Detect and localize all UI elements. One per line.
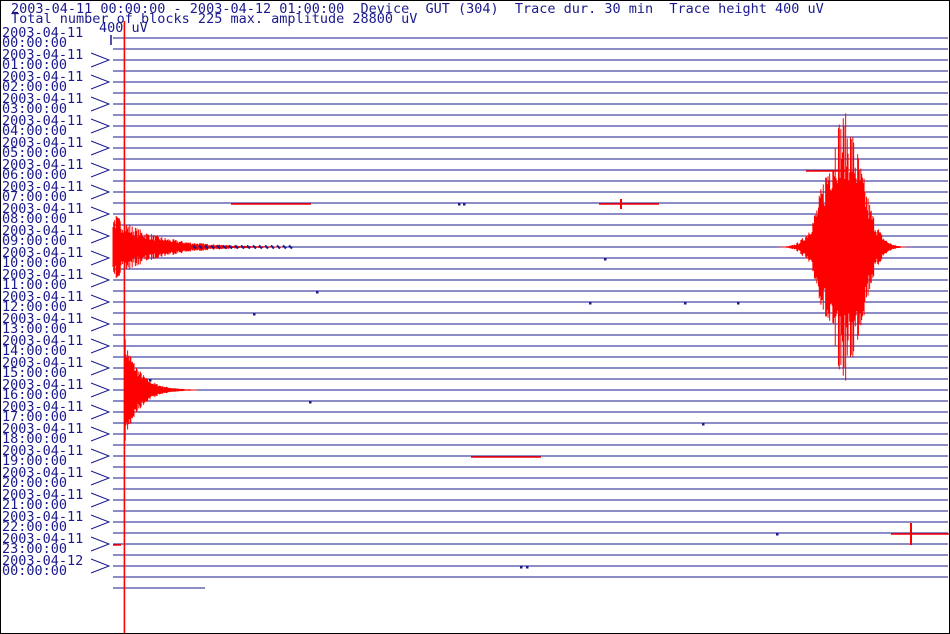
morning-event-tail [270,244,275,250]
morning-event-tail [252,244,257,250]
hour-marker-chevron [90,140,111,156]
noise-blip [520,565,523,569]
noise-blip [253,312,256,316]
morning-event-tail [240,244,245,250]
hour-marker-chevron [90,492,111,508]
hour-marker-chevron [90,536,111,552]
noise-blip [526,565,529,569]
morning-event-tail [276,244,281,250]
hour-marker-chevron [90,184,111,200]
hour-marker-chevron [90,118,111,134]
hour-label-time: 00:00:00 [2,563,67,579]
hour-marker-chevron [90,514,111,530]
hour-marker-chevron [90,426,111,442]
noise-blip [604,257,607,261]
noise-blip [776,532,779,536]
hour-marker-chevron [90,382,111,398]
helicorder-window: 2003-04-11 00:00:00 - 2003-04-12 01:00:0… [0,0,950,634]
hour-marker-chevron [90,404,111,420]
hour-marker-chevron [90,558,111,574]
morning-event-tail [282,244,287,250]
hour-marker-chevron [90,162,111,178]
noise-blip [463,202,466,206]
noise-blip [737,301,740,305]
morning-event-tail [258,244,263,250]
hour-marker-chevron [90,338,111,354]
noise-blip [702,422,705,426]
hour-marker-chevron [90,448,111,464]
helicorder-plot: 2003-04-1100:00:002003-04-1101:00:002003… [2,21,949,633]
morning-event-tail [264,244,269,250]
hour-marker-chevron [90,52,111,68]
hour-marker-chevron [90,74,111,90]
noise-blip [458,202,461,206]
noise-blip [149,378,152,382]
hour-marker-chevron [90,316,111,332]
noise-blip [589,301,592,305]
earthquake-coda [123,339,197,441]
hour-marker-chevron [90,250,111,266]
hour-marker-chevron [90,96,111,112]
hour-marker-chevron [90,206,111,222]
hour-marker-chevron [90,228,111,244]
noise-blip [684,301,687,305]
hour-marker-chevron [90,360,111,376]
hour-marker-chevron [90,272,111,288]
noise-blip [309,400,312,404]
hour-marker-chevron [90,470,111,486]
morning-event-tail [288,244,293,250]
noise-blip [316,290,319,294]
hour-marker-chevron [90,294,111,310]
